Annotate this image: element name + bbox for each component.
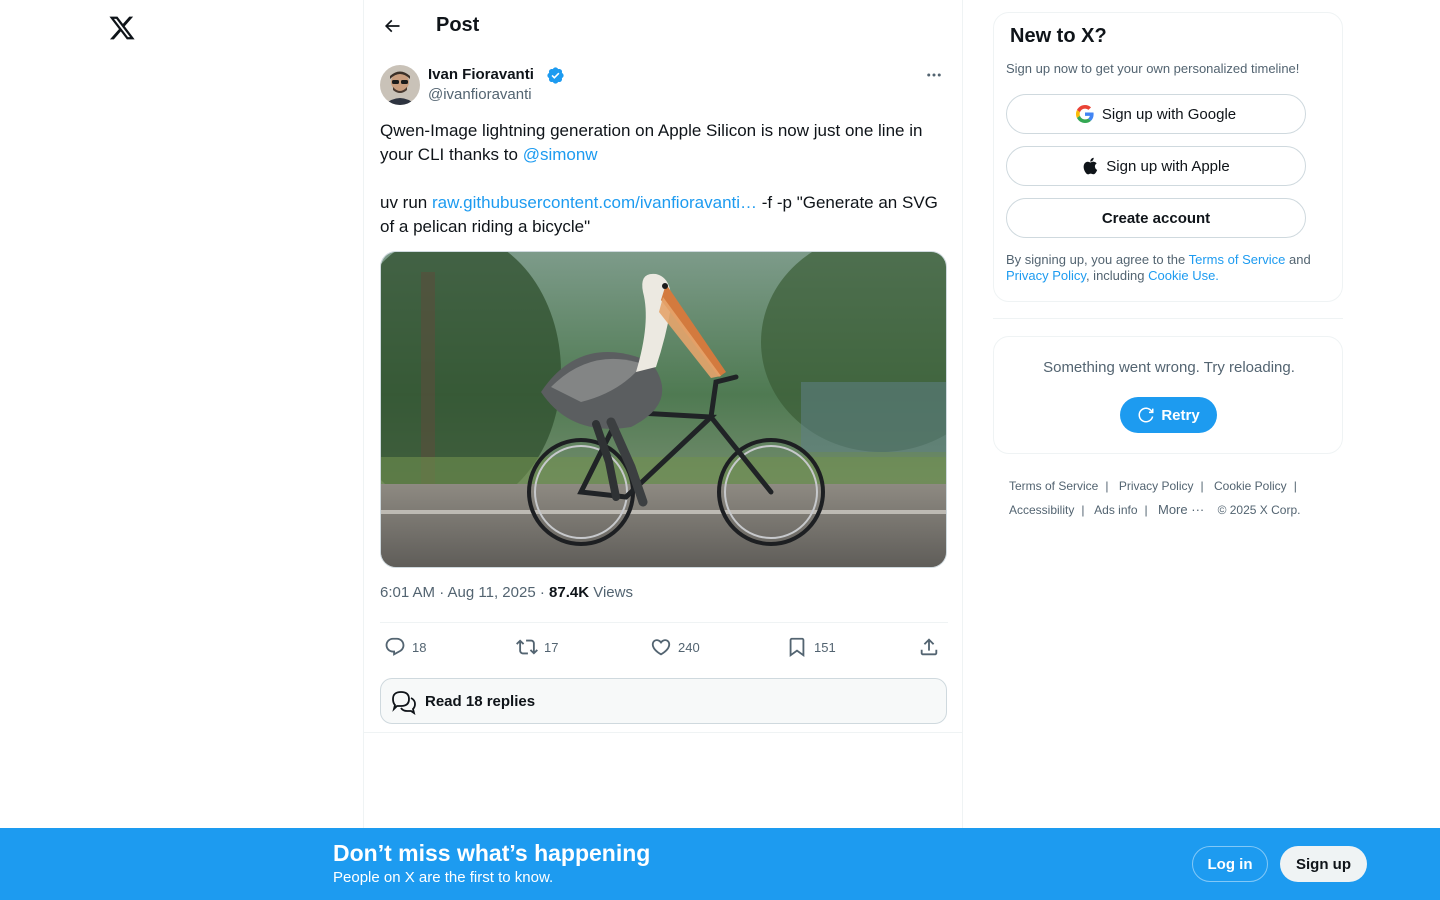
post-text: Qwen-Image lightning generation on Apple…	[380, 119, 948, 239]
post-time[interactable]: 6:01 AM · Aug 11, 2025	[380, 584, 536, 601]
author-name[interactable]: Ivan Fioravanti	[428, 66, 534, 83]
heart-icon	[651, 639, 671, 656]
post-header: Post	[364, 0, 964, 53]
reply-count: 18	[412, 639, 427, 655]
error-card: Something went wrong. Try reloading. Ret…	[993, 336, 1343, 454]
error-message: Something went wrong. Try reloading.	[1043, 359, 1295, 376]
login-button[interactable]: Log in	[1192, 846, 1268, 882]
author-handle[interactable]: @ivanfioravanti	[428, 86, 532, 103]
avatar[interactable]	[380, 65, 420, 105]
reply-icon	[385, 637, 405, 656]
divider	[364, 732, 963, 733]
bookmark-count: 151	[814, 639, 836, 655]
conversation-bubbles-icon	[392, 691, 416, 715]
post-text-line2-prefix: uv run	[380, 193, 432, 212]
post-author: Ivan Fioravanti @ivanfioravanti	[380, 65, 948, 107]
views-count: 87.4K	[549, 584, 590, 601]
more-options-button[interactable]	[920, 65, 948, 85]
signup-apple-button[interactable]: Sign up with Apple	[1006, 146, 1306, 186]
signup-apple-label: Sign up with Apple	[1106, 157, 1230, 175]
bookmark-button[interactable]: 151	[786, 636, 836, 658]
share-icon	[920, 638, 938, 656]
read-replies-label: Read 18 replies	[425, 692, 536, 710]
copyright: © 2025 X Corp.	[1217, 503, 1301, 517]
bookmark-icon	[789, 637, 805, 658]
post-image[interactable]	[380, 251, 947, 568]
avatar-image	[380, 65, 420, 105]
like-button[interactable]: 240	[650, 636, 700, 658]
main-column: Post Ivan Fioravanti @ivanfioravanti Qwe…	[363, 0, 963, 900]
signup-google-label: Sign up with Google	[1101, 105, 1237, 123]
mention-link[interactable]: @simonw	[523, 145, 598, 164]
share-button[interactable]	[918, 636, 940, 658]
retry-button[interactable]: Retry	[1120, 397, 1217, 433]
signup-title: New to X?	[1010, 25, 1107, 47]
footer-more-button[interactable]: More ···	[1158, 502, 1204, 517]
bottom-bar-subtitle: People on X are the first to know.	[333, 869, 554, 886]
post-actions: 18 17 240 151	[380, 622, 948, 670]
bottom-bar-title: Don’t miss what’s happening	[333, 840, 651, 866]
google-logo-icon	[1075, 105, 1094, 123]
url-link[interactable]: raw.githubusercontent.com/ivanfioravanti…	[432, 193, 757, 212]
footer-link-accessibility[interactable]: Accessibility	[1009, 503, 1074, 517]
footer-link-ads-info[interactable]: Ads info	[1094, 503, 1137, 517]
reply-button[interactable]: 18	[384, 636, 426, 658]
privacy-link[interactable]: Privacy Policy	[1006, 268, 1086, 283]
footer-link-terms[interactable]: Terms of Service	[1009, 479, 1098, 493]
read-replies-button[interactable]: Read 18 replies	[380, 678, 947, 724]
footer-links: Terms of Service | Privacy Policy | Cookie…	[1009, 479, 1301, 517]
verified-badge-icon	[547, 67, 564, 84]
more-dots-icon: ···	[1191, 502, 1205, 517]
arrow-left-icon	[384, 19, 400, 33]
page-title: Post	[436, 14, 480, 36]
signup-google-button[interactable]: Sign up with Google	[1006, 94, 1306, 134]
more-dots-icon	[927, 73, 941, 77]
footer-link-cookie[interactable]: Cookie Policy	[1214, 479, 1287, 493]
left-nav	[0, 0, 364, 900]
like-count: 240	[678, 639, 700, 655]
post-meta: 6:01 AM · Aug 11, 2025 · 87.4K Views	[380, 584, 633, 601]
signup-button[interactable]: Sign up	[1280, 846, 1367, 882]
cookie-link[interactable]: Cookie Use.	[1148, 268, 1219, 283]
x-logo-icon[interactable]	[108, 14, 136, 42]
bottom-signup-bar: Don’t miss what’s happening People on X …	[0, 828, 1440, 900]
back-button[interactable]	[376, 10, 408, 42]
repost-button[interactable]: 17	[516, 636, 558, 658]
create-account-button[interactable]: Create account	[1006, 198, 1306, 238]
repost-count: 17	[544, 639, 559, 655]
terms-link[interactable]: Terms of Service	[1189, 252, 1286, 267]
signup-legal-text: By signing up, you agree to the Terms of…	[1006, 252, 1311, 283]
footer-link-privacy[interactable]: Privacy Policy	[1119, 479, 1194, 493]
pelican-bicycle-image	[381, 252, 946, 567]
views-label: Views	[589, 584, 633, 601]
retry-label: Retry	[1161, 406, 1200, 424]
divider	[993, 318, 1343, 319]
signup-subtitle: Sign up now to get your own personalized…	[1006, 61, 1300, 76]
refresh-icon	[1138, 407, 1154, 423]
apple-logo-icon	[1083, 157, 1098, 175]
repost-icon	[516, 639, 538, 655]
signup-card: New to X? Sign up now to get your own pe…	[993, 12, 1343, 302]
post-text-line1: Qwen-Image lightning generation on Apple…	[380, 121, 923, 164]
